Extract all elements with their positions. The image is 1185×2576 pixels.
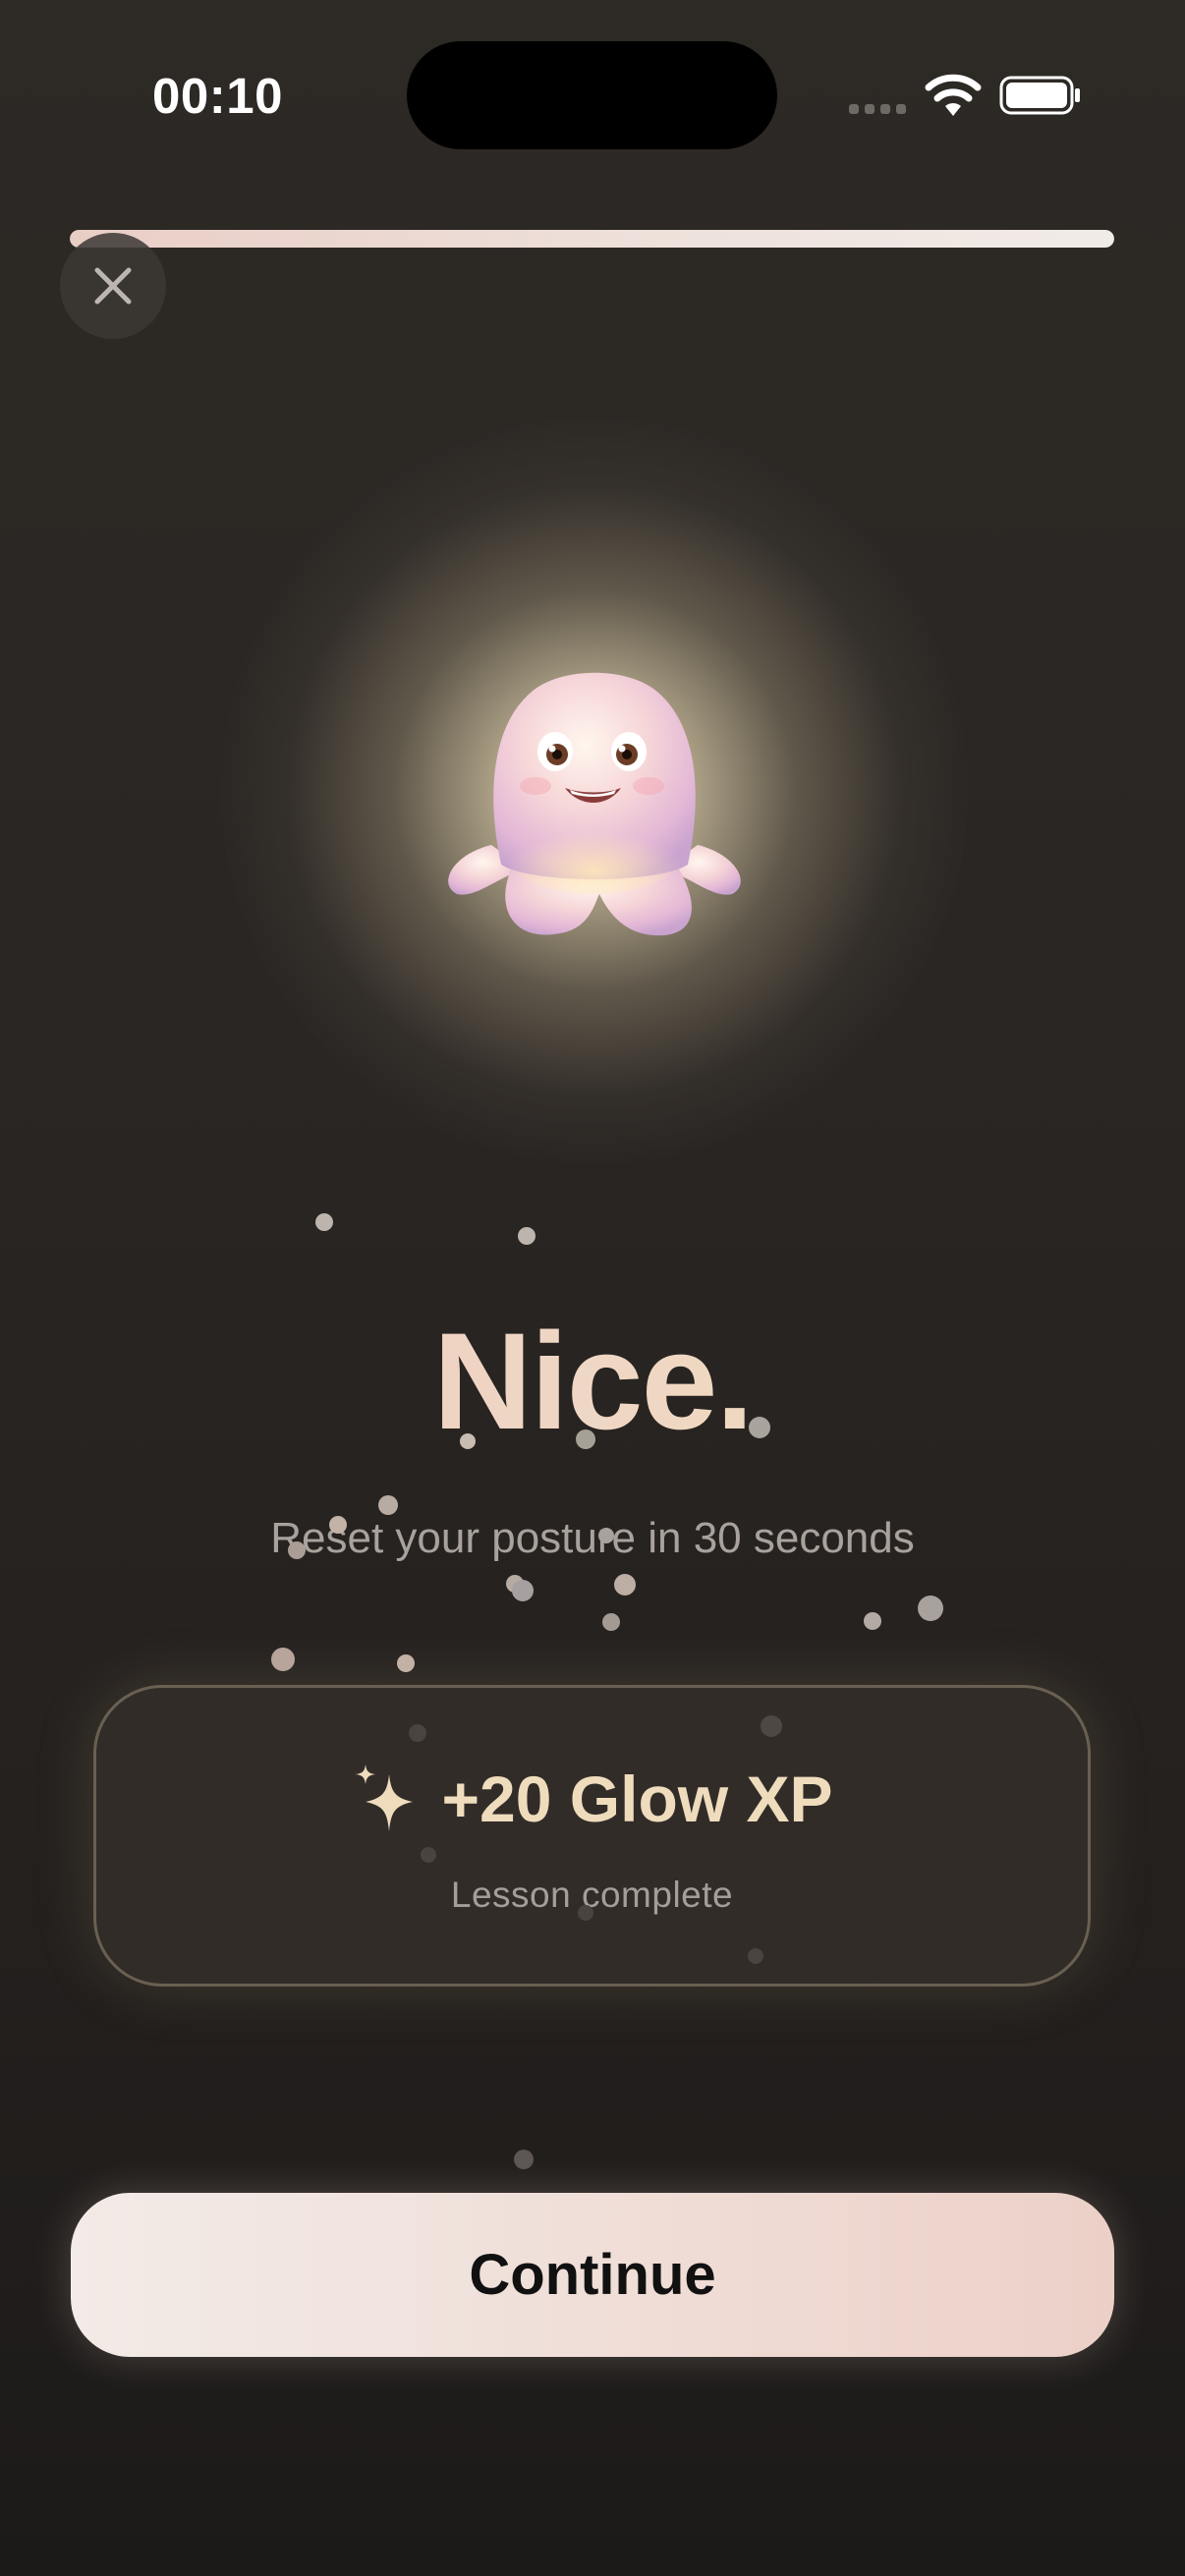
- close-button[interactable]: [60, 233, 166, 339]
- reward-xp-text: +20 Glow XP: [441, 1763, 833, 1835]
- particle: [397, 1654, 415, 1672]
- particle: [614, 1574, 636, 1596]
- particle: [918, 1596, 943, 1621]
- cellular-signal-icon: [849, 104, 906, 116]
- particle: [378, 1495, 398, 1515]
- particle: [864, 1612, 881, 1630]
- particle: [602, 1613, 620, 1631]
- wifi-icon: [925, 74, 982, 116]
- octopus-mascot-icon: [448, 672, 741, 936]
- particle: [518, 1227, 536, 1245]
- battery-icon: [999, 76, 1080, 115]
- confetti-particles: [271, 1213, 943, 2169]
- continue-button[interactable]: Continue: [71, 2193, 1114, 2357]
- reward-row: +20 Glow XP: [96, 1762, 1088, 1836]
- status-time: 00:10: [152, 68, 283, 124]
- lesson-progress-fill: [70, 230, 1114, 248]
- close-icon: [94, 267, 132, 305]
- reward-card: +20 Glow XP Lesson complete: [93, 1685, 1091, 1987]
- lesson-progress-bar: [70, 230, 1114, 248]
- particle: [506, 1575, 524, 1593]
- particle: [514, 2150, 534, 2169]
- lesson-subtitle: Reset your posture in 30 seconds: [270, 1514, 915, 1562]
- sparkles-icon: [355, 1764, 413, 1831]
- reward-caption: Lesson complete: [450, 1875, 734, 1915]
- dynamic-island: [407, 41, 777, 149]
- success-title: Nice.: [0, 1302, 1185, 1461]
- particle: [512, 1580, 534, 1601]
- particle: [271, 1648, 295, 1671]
- particle: [315, 1213, 333, 1231]
- lesson-complete-screen: 00:10 Nice. Reset your posture in 30 sec…: [0, 0, 1185, 2576]
